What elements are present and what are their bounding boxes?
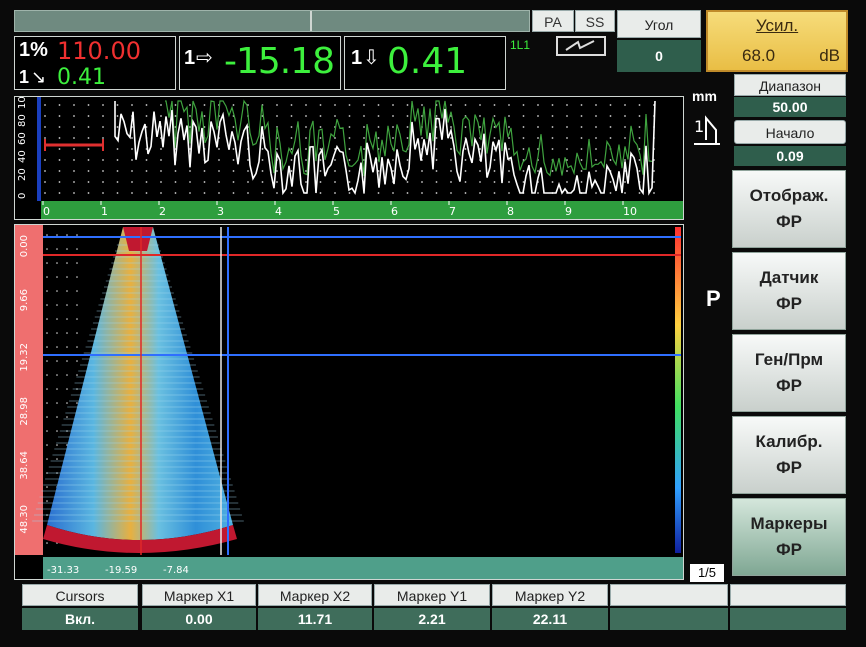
a-scan-x-tick: 0 — [43, 205, 50, 218]
s-scan-y-tick: 28.98 — [19, 397, 30, 426]
s-scan-image[interactable]: 0.00 9.66 19.32 28.98 38.64 48.30 -31.33 -19.59… — [15, 225, 683, 579]
depth-readout: 1 ⇩ 0.41 — [344, 36, 506, 90]
battery-icon — [556, 36, 606, 56]
s-scan-y-tick: 48.30 — [19, 505, 30, 534]
a-scan-x-tick: 4 — [275, 205, 282, 218]
menu-item-title: Отображ. — [749, 186, 829, 205]
surface-distance-value: -15.18 — [224, 41, 335, 82]
svg-text:1: 1 — [694, 117, 704, 136]
bottom-value-6[interactable] — [610, 608, 728, 630]
a-scan-y-tick: 40 — [17, 150, 28, 163]
bottom-label-1[interactable]: Cursors — [22, 584, 138, 606]
link-label: 1L1 — [510, 38, 531, 52]
s-scan-position-ruler — [43, 557, 683, 579]
menu-item-subtitle: ФР — [776, 376, 802, 395]
a-scan-x-tick: 2 — [159, 205, 166, 218]
depth-readout-value: 0.41 — [387, 41, 468, 82]
s-scan-x-tick: -19.59 — [105, 565, 137, 576]
a-scan-range-axis — [41, 201, 683, 219]
a-scan-x-tick: 1 — [101, 205, 108, 218]
menu-item-title: Датчик — [759, 268, 819, 287]
bottom-value-1[interactable]: Вкл. — [22, 608, 138, 630]
p-indicator: P — [706, 286, 721, 311]
menu-item-subtitle: ФР — [776, 212, 802, 231]
range-label[interactable]: Диапазон — [734, 74, 846, 96]
bottom-label-4[interactable]: Маркер Y1 — [374, 584, 490, 606]
a-scan-x-tick: 8 — [507, 205, 514, 218]
s-scan-y-tick: 0.00 — [19, 235, 30, 257]
right-arrow-icon: ⇨ — [196, 47, 213, 69]
unit-label: mm — [692, 88, 717, 104]
page-indicator[interactable]: 1/5 — [690, 564, 724, 582]
gain-unit: dB — [819, 46, 840, 65]
angle-label[interactable]: Угол — [617, 10, 701, 38]
a-scan-y-tick: 20 — [17, 168, 28, 181]
surface-distance-readout: 1 ⇨ -15.18 — [179, 36, 341, 90]
bottom-value-3[interactable]: 11.71 — [258, 608, 372, 630]
color-scale-bar — [675, 227, 681, 553]
menu-item-title: Маркеры — [750, 514, 828, 533]
a-scan-panel: 100 80 60 40 20 0 0 1 2 3 4 5 6 7 8 9 10 — [14, 96, 684, 220]
bottom-label-2[interactable]: Маркер X1 — [142, 584, 256, 606]
a-scan-y-tick: 100 — [17, 97, 28, 109]
depth-readout-prefix: 1 — [351, 47, 363, 69]
bottom-label-6[interactable] — [610, 584, 728, 606]
gain-value: 68.0 — [742, 46, 776, 65]
menu-item-subtitle: ФР — [776, 294, 802, 313]
menu-item-5[interactable]: Маркеры ФР — [732, 498, 846, 576]
depth-value: 0.41 — [57, 65, 106, 90]
bottom-value-2[interactable]: 0.00 — [142, 608, 256, 630]
angle-value[interactable]: 0 — [617, 40, 701, 72]
bottom-value-7[interactable] — [730, 608, 846, 630]
probe-icon: 1 — [692, 110, 722, 148]
s-scan-x-tick: -31.33 — [47, 565, 79, 576]
bottom-value-4[interactable]: 2.21 — [374, 608, 490, 630]
s-scan-y-tick: 38.64 — [19, 451, 30, 480]
menu-item-4[interactable]: Калибр. ФР — [732, 416, 846, 494]
menu-item-subtitle: ФР — [776, 458, 802, 477]
bottom-label-5[interactable]: Маркер Y2 — [492, 584, 608, 606]
diagonal-arrow-icon: ↘ — [31, 67, 47, 87]
a-scan-x-tick: 3 — [217, 205, 224, 218]
s-scan-panel: 0.00 9.66 19.32 28.98 38.64 48.30 -31.33 -19.59… — [14, 224, 684, 580]
start-label[interactable]: Начало — [734, 120, 846, 144]
amplitude-value: 110.00 — [57, 37, 141, 65]
mode-pa-button[interactable]: PA — [532, 10, 574, 32]
a-scan-trace — [114, 100, 656, 196]
menu-item-1[interactable]: Отображ. ФР — [732, 170, 846, 248]
amplitude-readout: 1% 110.00 1 ↘ 0.41 — [14, 36, 176, 90]
menu-item-title: Калибр. — [755, 432, 823, 451]
down-arrow-icon: ⇩ — [363, 47, 380, 69]
a-scan-amplitude-axis — [37, 97, 41, 201]
bottom-label-3[interactable]: Маркер X2 — [258, 584, 372, 606]
s-scan-y-tick: 19.32 — [19, 343, 30, 372]
a-scan-x-tick: 6 — [391, 205, 398, 218]
menu-item-3[interactable]: Ген/Прм ФР — [732, 334, 846, 412]
menu-item-2[interactable]: Датчик ФР — [732, 252, 846, 330]
bottom-value-5[interactable]: 22.11 — [492, 608, 608, 630]
s-scan-x-tick: -7.84 — [163, 565, 189, 576]
a-scan-x-tick: 10 — [623, 205, 637, 218]
surface-distance-prefix: 1 — [184, 47, 196, 69]
range-value[interactable]: 50.00 — [734, 97, 846, 117]
mode-ss-button[interactable]: SS — [575, 10, 615, 32]
a-scan-y-tick: 80 — [17, 114, 28, 127]
amplitude-prefix: 1% — [19, 39, 48, 61]
depth-prefix: 1 — [19, 67, 30, 87]
status-bar — [14, 10, 530, 32]
gain-control[interactable]: Усил. 68.0 dB — [706, 10, 848, 72]
s-scan-y-tick: 9.66 — [19, 289, 30, 311]
gain-label: Усил. — [755, 16, 799, 35]
a-scan-x-tick: 5 — [333, 205, 340, 218]
bottom-label-7[interactable] — [730, 584, 846, 606]
a-scan-x-tick: 7 — [449, 205, 456, 218]
menu-item-subtitle: ФР — [776, 540, 802, 559]
a-scan-y-tick: 60 — [17, 132, 28, 145]
a-scan-y-tick: 0 — [17, 193, 28, 199]
a-scan-x-tick: 9 — [565, 205, 572, 218]
menu-item-title: Ген/Прм — [754, 350, 824, 369]
a-scan-plot[interactable]: 100 80 60 40 20 0 0 1 2 3 4 5 6 7 8 9 10 — [15, 97, 683, 219]
start-value[interactable]: 0.09 — [734, 146, 846, 166]
